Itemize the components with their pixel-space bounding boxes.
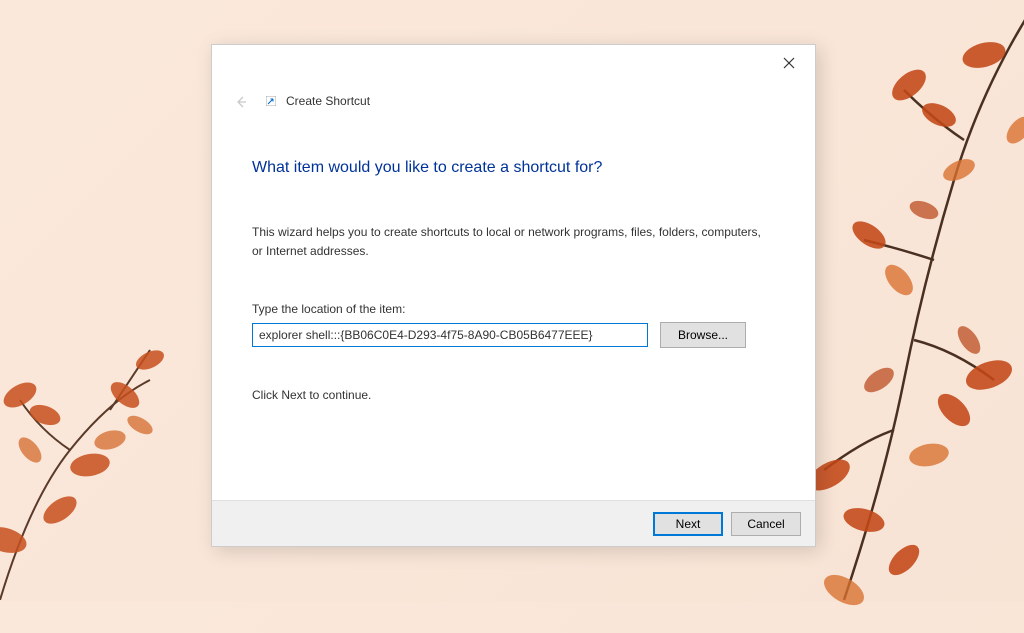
shortcut-icon — [264, 94, 278, 108]
dialog-header: Create Shortcut — [212, 45, 815, 111]
dialog-body: What item would you like to create a sho… — [212, 159, 815, 402]
wizard-description: This wizard helps you to create shortcut… — [252, 223, 762, 260]
back-arrow-icon — [234, 95, 248, 109]
close-button[interactable] — [769, 49, 809, 77]
location-input-row: Browse... — [252, 322, 775, 348]
background-decoration-right — [784, 0, 1024, 630]
location-label: Type the location of the item: — [252, 302, 775, 316]
dialog-footer: Next Cancel — [212, 500, 815, 546]
back-button[interactable] — [232, 93, 250, 111]
dialog-title: Create Shortcut — [286, 94, 370, 108]
location-input[interactable] — [252, 323, 648, 347]
next-button[interactable]: Next — [653, 512, 723, 536]
browse-button[interactable]: Browse... — [660, 322, 746, 348]
close-icon — [783, 57, 795, 69]
cancel-button[interactable]: Cancel — [731, 512, 801, 536]
continue-instruction: Click Next to continue. — [252, 388, 775, 402]
wizard-heading: What item would you like to create a sho… — [252, 159, 775, 177]
create-shortcut-dialog: Create Shortcut What item would you like… — [211, 44, 816, 547]
